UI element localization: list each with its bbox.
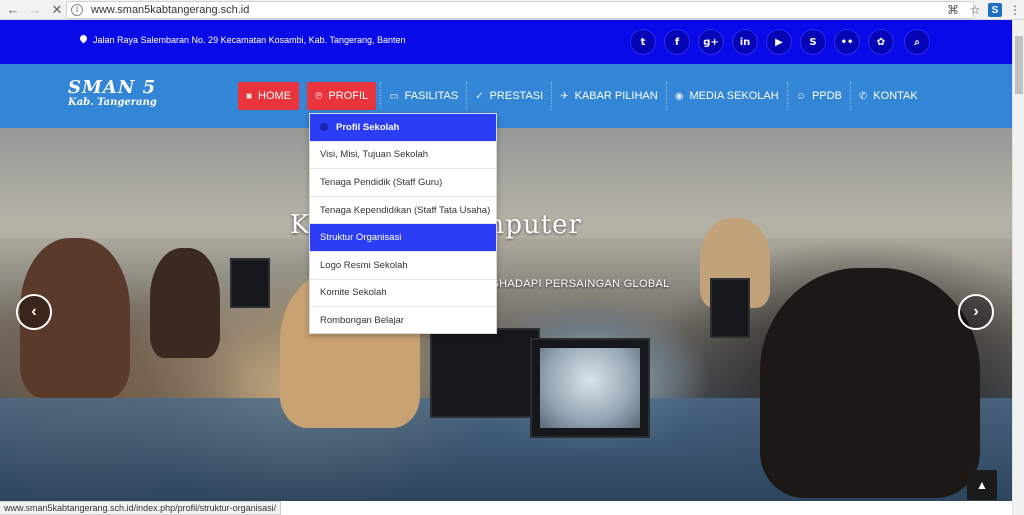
- slider-prev-button[interactable]: ‹: [16, 294, 52, 330]
- stop-button[interactable]: ✕: [48, 1, 66, 19]
- info-icon[interactable]: i: [71, 4, 83, 16]
- flickr-icon[interactable]: ••: [834, 29, 860, 55]
- map-marker-icon: [80, 35, 87, 45]
- arrow-left-icon: ←: [6, 2, 20, 17]
- menu-item-label: FASILITAS: [404, 90, 459, 102]
- menu-item-label: PROFIL: [328, 90, 369, 102]
- dropdown-item-label: Logo Resmi Sekolah: [320, 259, 408, 271]
- menu-item-kabar-pilihan[interactable]: ✈ KABAR PILIHAN: [552, 82, 666, 110]
- menu-item-label: PPDB: [811, 90, 842, 102]
- address-bar-url: www.sman5kabtangerang.sch.id: [91, 4, 250, 16]
- foursquare-icon[interactable]: ✿: [868, 29, 894, 55]
- dropdown-item-komite-sekolah[interactable]: Komite Sekolah: [310, 280, 496, 308]
- dropdown-item-visi-misi[interactable]: Visi, Misi, Tujuan Sekolah: [310, 142, 496, 170]
- back-to-top-button[interactable]: ▲: [967, 470, 997, 500]
- bullhorn-icon: ✈: [560, 90, 569, 102]
- menu-item-profil[interactable]: ℗ PROFIL: [307, 82, 377, 110]
- browser-toolbar: ← → ✕ i www.sman5kabtangerang.sch.id ⌘ ☆…: [0, 0, 1024, 20]
- school-address-text: Jalan Raya Salembaran No. 29 Kecamatan K…: [93, 35, 406, 45]
- close-icon: ✕: [51, 1, 63, 17]
- dropdown-item-label: Visi, Misi, Tujuan Sekolah: [320, 149, 429, 161]
- slider-next-button[interactable]: ›: [958, 294, 994, 330]
- chevron-left-icon: ‹: [31, 303, 37, 320]
- browser-status-bar: www.sman5kabtangerang.sch.id/index.php/p…: [0, 501, 282, 515]
- folder-icon: ▭: [389, 90, 399, 102]
- media-icon: ◉: [674, 90, 684, 102]
- dropdown-item-logo-resmi[interactable]: Logo Resmi Sekolah: [310, 252, 496, 280]
- skype-icon[interactable]: S: [800, 29, 826, 55]
- dropdown-item-tenaga-kependidikan[interactable]: Tenaga Kependidikan (Staff Tata Usaha): [310, 197, 496, 225]
- forward-button[interactable]: →: [26, 1, 44, 19]
- menu-item-fasilitas[interactable]: ▭ FASILITAS: [381, 82, 466, 110]
- users-icon: ☺: [795, 90, 806, 102]
- chevron-up-icon: ▲: [976, 478, 988, 492]
- hero-background: [710, 278, 750, 338]
- profil-dropdown: Profil Sekolah Visi, Misi, Tujuan Sekola…: [309, 113, 497, 334]
- social-links: t f g+ in ▶ S •• ✿ ⌕: [630, 29, 938, 55]
- back-button[interactable]: ←: [4, 1, 22, 19]
- chevron-right-icon: ›: [973, 303, 979, 320]
- menu-item-label: MEDIA SEKOLAH: [689, 90, 779, 102]
- menu-item-label: KABAR PILIHAN: [574, 90, 658, 102]
- linkedin-icon[interactable]: in: [732, 29, 758, 55]
- dropdown-item-rombongan-belajar[interactable]: Rombongan Belajar: [310, 307, 496, 335]
- menu-item-label: HOME: [258, 90, 292, 102]
- dropdown-item-label: Tenaga Pendidik (Staff Guru): [320, 176, 443, 188]
- menu-item-home[interactable]: ■ HOME: [238, 82, 300, 110]
- google-plus-icon[interactable]: g+: [698, 29, 724, 55]
- extension-icon[interactable]: S: [988, 3, 1002, 17]
- arrow-right-icon: →: [28, 2, 42, 17]
- menu-item-label: KONTAK: [873, 90, 918, 102]
- site-logo[interactable]: SMAN 5 Kab. Tangerang: [68, 77, 157, 108]
- menu-item-media-sekolah[interactable]: ◉ MEDIA SEKOLAH: [667, 82, 787, 110]
- profile-icon: ℗: [315, 90, 323, 102]
- menu-item-prestasi[interactable]: ✓ PRESTASI: [467, 82, 551, 110]
- twitter-icon[interactable]: t: [630, 29, 656, 55]
- hero-slider: K um Lab. Komputer NGHADAPI PERSAINGAN G…: [0, 128, 1012, 501]
- hero-background: [430, 328, 540, 418]
- dropdown-item-tenaga-pendidik[interactable]: Tenaga Pendidik (Staff Guru): [310, 169, 496, 197]
- youtube-icon[interactable]: ▶: [766, 29, 792, 55]
- status-url: www.sman5kabtangerang.sch.id/index.php/p…: [4, 503, 277, 513]
- school-address: Jalan Raya Salembaran No. 29 Kecamatan K…: [80, 35, 406, 45]
- dropdown-item-label: Tenaga Kependidikan (Staff Tata Usaha): [320, 204, 491, 216]
- translate-icon[interactable]: ⌘: [944, 1, 962, 19]
- star-icon[interactable]: ☆: [966, 1, 984, 19]
- dropdown-item-label: Struktur Organisasi: [320, 232, 402, 244]
- site-header: SMAN 5 Kab. Tangerang ■ HOME ℗ PROFIL ▭ …: [0, 64, 1012, 128]
- dropdown-item-label: Profil Sekolah: [336, 121, 400, 133]
- menu-icon[interactable]: ⋮: [1006, 1, 1024, 19]
- search-icon[interactable]: ⌕: [904, 29, 930, 55]
- hero-background: [540, 348, 640, 428]
- menu-item-ppdb[interactable]: ☺ PPDB: [788, 82, 850, 110]
- main-menu: ■ HOME ℗ PROFIL ▭ FASILITAS ✓ PRESTASI ✈…: [238, 82, 926, 110]
- page-scrollbar[interactable]: [1012, 20, 1024, 515]
- circle-icon: [320, 123, 328, 132]
- hero-background: [230, 258, 270, 308]
- dropdown-item-profil-sekolah[interactable]: Profil Sekolah: [310, 114, 496, 142]
- phone-icon: ✆: [858, 90, 868, 102]
- address-bar[interactable]: i www.sman5kabtangerang.sch.id: [66, 1, 974, 19]
- menu-item-label: PRESTASI: [489, 90, 544, 102]
- slide-subtitle: NGHADAPI PERSAINGAN GLOBAL: [482, 278, 670, 290]
- dropdown-item-label: Rombongan Belajar: [320, 315, 404, 327]
- facebook-icon[interactable]: f: [664, 29, 690, 55]
- scrollbar-thumb[interactable]: [1015, 36, 1023, 94]
- logo-title: SMAN 5: [68, 77, 157, 98]
- hero-background: [760, 268, 980, 498]
- dropdown-item-struktur-organisasi[interactable]: Struktur Organisasi: [310, 224, 496, 252]
- graduation-cap-icon: ✓: [475, 90, 484, 102]
- menu-item-kontak[interactable]: ✆ KONTAK: [851, 82, 926, 110]
- logo-subtitle: Kab. Tangerang: [68, 97, 157, 108]
- top-bar: Jalan Raya Salembaran No. 29 Kecamatan K…: [0, 20, 1012, 64]
- dropdown-item-label: Komite Sekolah: [320, 287, 387, 299]
- home-icon: ■: [246, 90, 253, 102]
- hero-background: [150, 248, 220, 358]
